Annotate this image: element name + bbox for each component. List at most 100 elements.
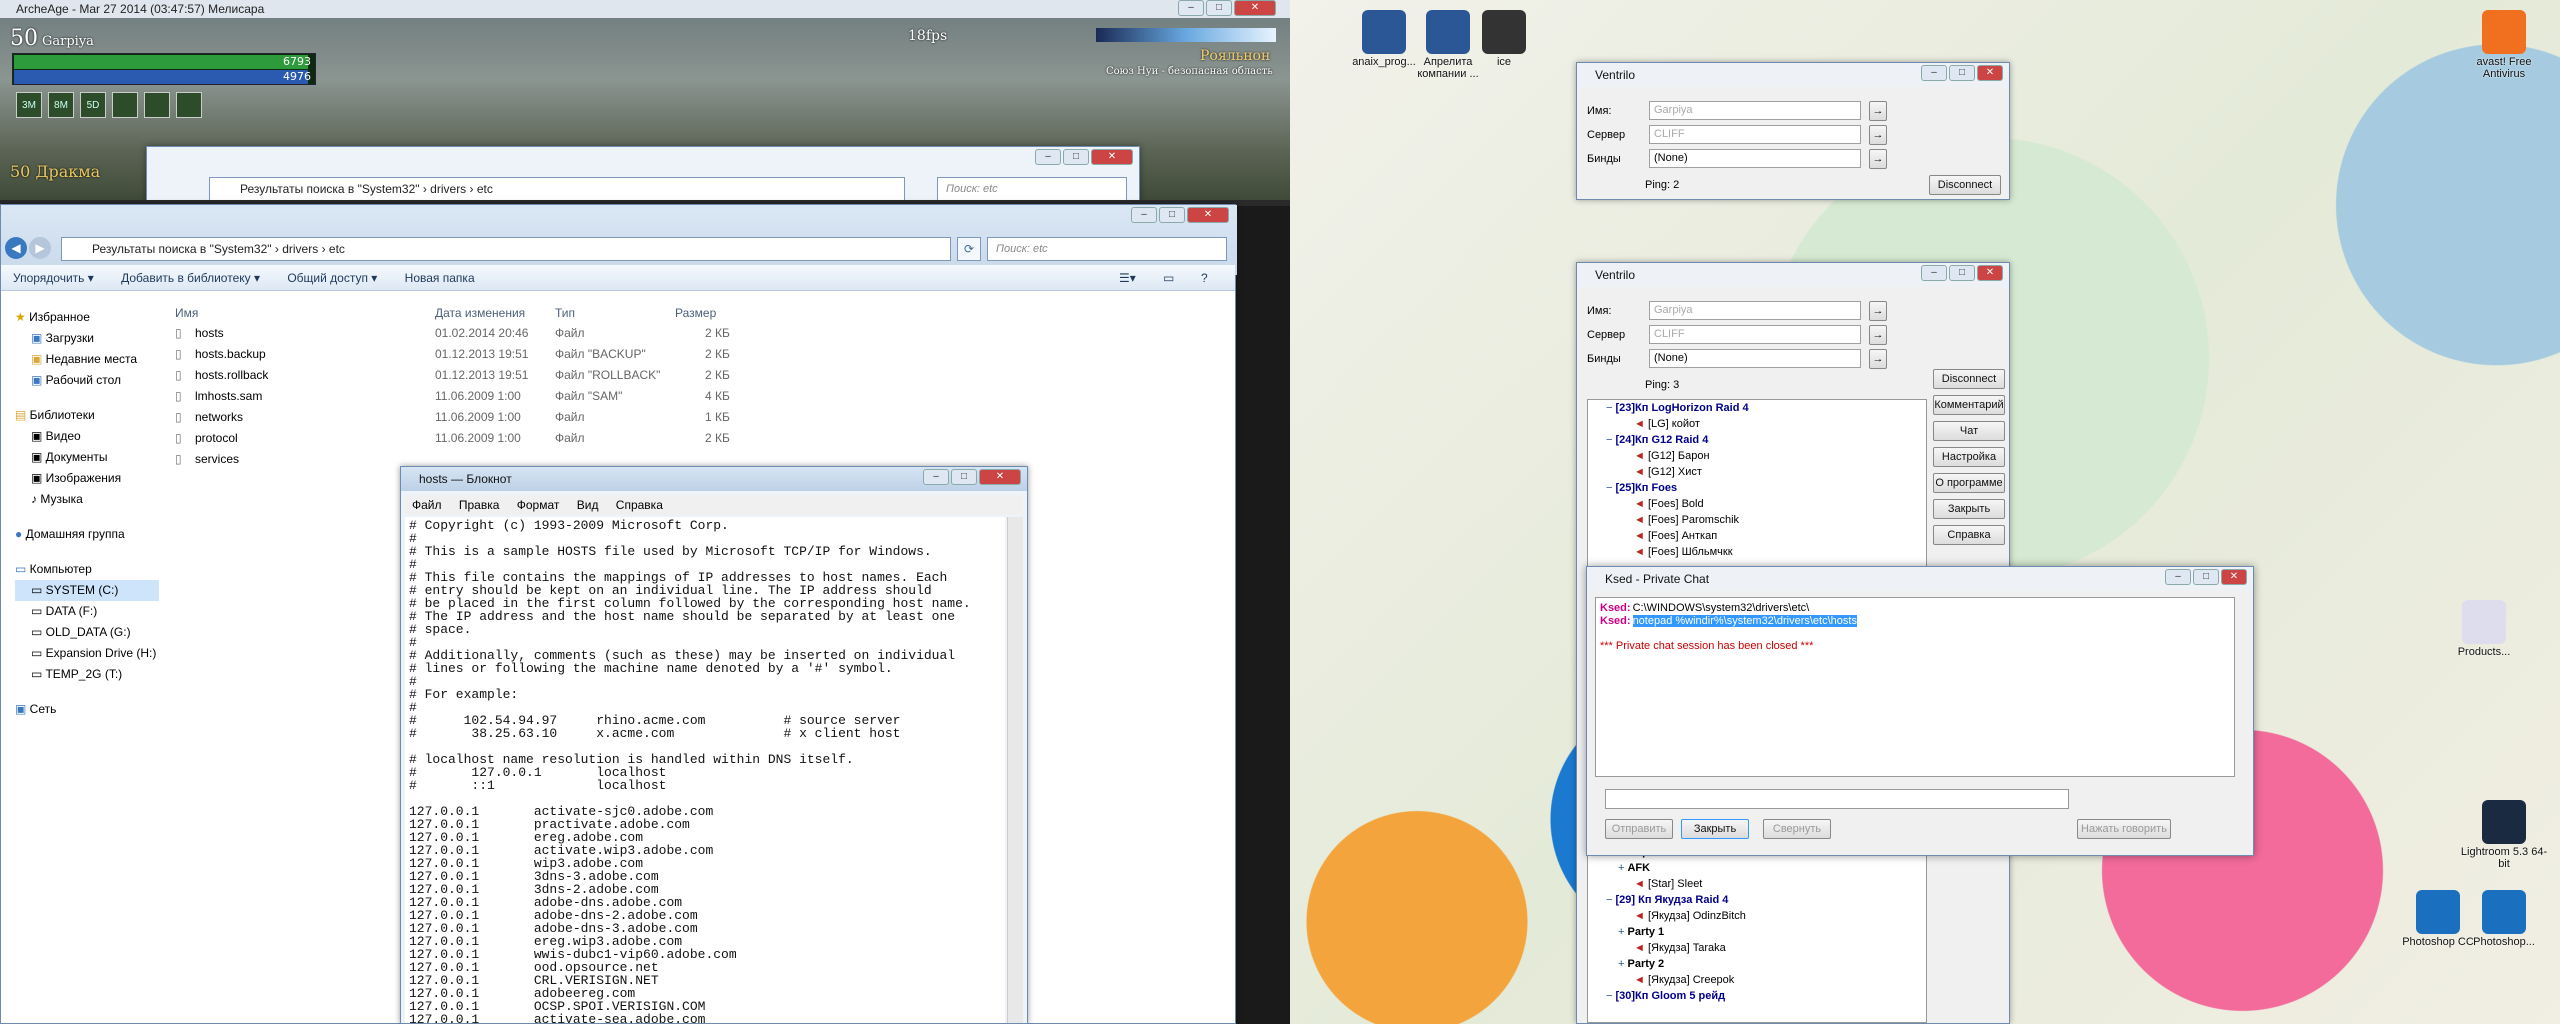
column-size[interactable]: Размер [675,303,716,324]
scrollbar[interactable] [1007,517,1023,1023]
file-row[interactable]: ▯ networks 11.06.2009 1:00 Файл 1 КБ [165,407,765,428]
close-button[interactable]: ✕ [1091,149,1133,165]
desktop-icon-lr[interactable]: Lightroom 5.3 64-bit [2460,800,2548,870]
minimize-button[interactable]: – [1178,0,1204,16]
nav-video[interactable]: ▣ Видео [15,426,159,447]
organize-button[interactable]: Упорядочить ▾ [1,265,106,291]
help-icon[interactable]: ? [1189,265,1220,291]
file-row[interactable]: ▯ lmhosts.sam 11.06.2009 1:00 Файл "SAM" 4 К… [165,386,765,407]
chat-message[interactable]: notepad %windir%\system32\drivers\etc\ho… [1632,615,1857,627]
close-button[interactable]: ✕ [1187,207,1229,223]
desktop-icon-ps[interactable]: Photoshop... [2460,890,2548,948]
help-button[interactable]: Справка [1933,525,2005,545]
maximize-button[interactable]: □ [1949,65,1975,81]
minimize-chat-button[interactable]: Свернуть [1763,819,1831,839]
nav-music[interactable]: ♪ Музыка [15,489,159,510]
nav-documents[interactable]: ▣ Документы [15,447,159,468]
minimize-button[interactable]: – [923,469,949,485]
binds-select[interactable]: (None) [1649,149,1861,168]
back-button[interactable]: ◀ [5,237,27,259]
menu-edit[interactable]: Правка [452,498,507,512]
close-button[interactable]: Закрыть [1933,499,2005,519]
nav-drive-g[interactable]: ▭ OLD_DATA (G:) [15,622,159,643]
nav-favorites[interactable]: ★ Избранное [15,307,159,328]
arrow-button[interactable]: → [1869,101,1887,121]
chat-titlebar[interactable]: Ksed - Private Chat [1587,567,2253,591]
maximize-button[interactable]: □ [1206,0,1232,16]
desktop-icon-doc[interactable]: Products... [2440,600,2528,658]
chat-input[interactable] [1605,789,2069,809]
nav-drive-c[interactable]: ▭ SYSTEM (C:) [15,580,159,601]
notepad-text-area[interactable]: # Copyright (c) 1993-2009 Microsoft Corp… [405,517,1005,1023]
disconnect-button[interactable]: Disconnect [1933,369,2005,389]
view-icon[interactable]: ☰▾ [1107,265,1148,291]
chat-log[interactable]: Ksed: C:\WINDOWS\system32\drivers\etc\ Kse… [1595,597,2235,777]
tree-user[interactable]: ◄ [Якудза] OdinzBitch [1606,908,1926,924]
tree-subchannel[interactable]: + Party 1 [1606,924,1926,940]
menu-file[interactable]: Файл [405,498,449,512]
close-chat-button[interactable]: Закрыть [1681,819,1749,839]
disconnect-button[interactable]: Disconnect [1929,175,2001,195]
send-button[interactable]: Отправить [1605,819,1673,839]
minimize-button[interactable]: – [1921,265,1947,281]
close-button[interactable]: ✕ [1234,0,1276,16]
skill-slot[interactable] [144,92,170,118]
nav-drive-h[interactable]: ▭ Expansion Drive (H:) [15,643,159,664]
tree-subchannel[interactable]: + Party 2 [1606,956,1926,972]
close-button[interactable]: ✕ [1977,65,2003,81]
tree-channel[interactable]: − [24]Кп G12 Raid 4 [1606,432,1926,448]
menu-help[interactable]: Справка [609,498,670,512]
menu-format[interactable]: Формат [510,498,567,512]
file-row[interactable]: ▯ hosts 01.02.2014 20:46 Файл 2 КБ [165,323,765,344]
tree-user[interactable]: ◄ [Якудза] Taraka [1606,940,1926,956]
nav-libraries[interactable]: ▤ Библиотеки [15,405,159,426]
nav-recent[interactable]: ▣ Недавние места [15,349,159,370]
maximize-button[interactable]: □ [1159,207,1185,223]
tree-user[interactable]: ◄ [Foes] Шбльмчкк [1606,544,1926,560]
breadcrumb-search-results[interactable]: Результаты поиска в "System32" [92,242,272,256]
name-select[interactable]: Garpiya [1649,301,1861,320]
tree-channel[interactable]: − [29] Кп Якудза Raid 4 [1606,892,1926,908]
nav-drive-f[interactable]: ▭ DATA (F:) [15,601,159,622]
arrow-button[interactable]: → [1869,349,1887,369]
maximize-button[interactable]: □ [951,469,977,485]
address-bar[interactable]: Результаты поиска в "System32" › drivers… [209,177,905,201]
channel-tree-top[interactable]: − [23]Кп LogHorizon Raid 4 ◄ [LG] койот − … [1587,399,1927,575]
close-button[interactable]: ✕ [979,469,1021,485]
arrow-button[interactable]: → [1869,325,1887,345]
minimize-button[interactable]: – [1035,149,1061,165]
minimize-button[interactable]: – [1131,207,1157,223]
address-bar[interactable]: Результаты поиска в "System32" › drivers… [61,237,951,261]
new-folder-button[interactable]: Новая папка [393,265,487,291]
maximize-button[interactable]: □ [2193,569,2219,585]
tree-subchannel[interactable]: + AFK [1606,860,1926,876]
tree-user[interactable]: ◄ [Якудза] Creepok [1606,972,1926,988]
file-row[interactable]: ▯ hosts.backup 01.12.2013 19:51 Файл "BACKU… [165,344,765,365]
column-date[interactable]: Дата изменения [435,303,525,324]
breadcrumb-drivers[interactable]: drivers [282,242,318,256]
desktop-icon-avast[interactable]: avast! Free Antivirus [2460,10,2548,80]
add-to-library-button[interactable]: Добавить в библиотеку ▾ [109,265,272,291]
tree-user[interactable]: ◄ [LG] койот [1606,416,1926,432]
tree-channel[interactable]: − [25]Кп Foes [1606,480,1926,496]
desktop-icon-app[interactable]: ice [1460,10,1548,68]
name-select[interactable]: Garpiya [1649,101,1861,120]
chat-button[interactable]: Чат [1933,421,2005,441]
skill-slot[interactable] [176,92,202,118]
file-row[interactable]: ▯ protocol 11.06.2009 1:00 Файл 2 КБ [165,428,765,449]
skill-slot[interactable]: 3M [16,92,42,118]
forward-button[interactable]: ▶ [29,237,51,259]
comment-button[interactable]: Комментарий [1933,395,2005,415]
tree-channel[interactable]: − [30]Кп Gloom 5 рейд [1606,988,1926,1004]
tree-user[interactable]: ◄ [G12] Хист [1606,464,1926,480]
maximize-button[interactable]: □ [1063,149,1089,165]
binds-select[interactable]: (None) [1649,349,1861,368]
nav-images[interactable]: ▣ Изображения [15,468,159,489]
settings-button[interactable]: Настройка [1933,447,2005,467]
chat-message[interactable]: C:\WINDOWS\system32\drivers\etc\ [1633,602,1810,614]
channel-tree-bottom[interactable]: + Норка+ AFK◄ [Star] Sleet− [29] Кп Якуд… [1587,843,1927,1023]
menu-view[interactable]: Вид [570,498,606,512]
nav-desktop[interactable]: ▣ Рабочий стол [15,370,159,391]
tree-user[interactable]: ◄ [Foes] Анткап [1606,528,1926,544]
tree-channel[interactable]: − [23]Кп LogHorizon Raid 4 [1606,400,1926,416]
